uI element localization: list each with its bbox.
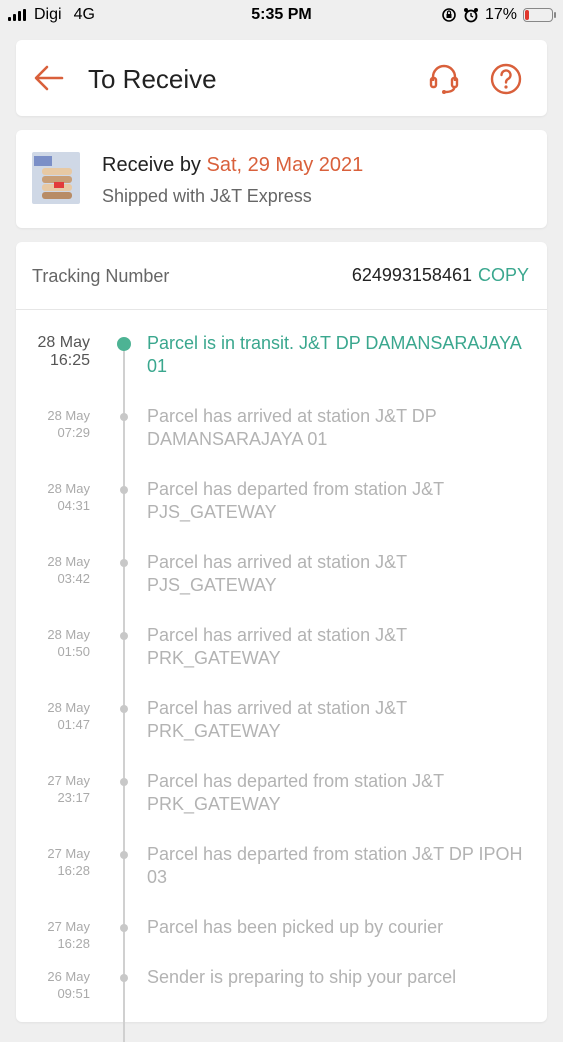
timeline-dot bbox=[120, 486, 128, 494]
event-datetime: 28 May 07:29 bbox=[47, 407, 90, 441]
event-date: 28 May bbox=[47, 700, 90, 715]
event-date: 28 May bbox=[37, 334, 90, 351]
event-time: 04:31 bbox=[57, 498, 90, 513]
event-description: Parcel has arrived at station J&T PRK_GA… bbox=[147, 698, 407, 741]
event-date: 28 May bbox=[47, 627, 90, 642]
event-date: 27 May bbox=[47, 919, 90, 934]
event-datetime: 28 May 16:25 bbox=[38, 334, 90, 370]
delivery-info: Receive by Sat, 29 May 2021 Shipped with… bbox=[16, 130, 547, 228]
event-datetime: 27 May 16:28 bbox=[47, 918, 90, 952]
event-time: 09:51 bbox=[57, 986, 90, 1001]
timeline-dot bbox=[120, 413, 128, 421]
event-datetime: 28 May 01:47 bbox=[47, 699, 90, 733]
tracking-number-label: Tracking Number bbox=[32, 266, 170, 286]
shipping-carrier: Shipped with J&T Express bbox=[102, 186, 312, 206]
orientation-lock-icon bbox=[442, 8, 456, 22]
event-description: Parcel has departed from station J&T PRK… bbox=[147, 771, 444, 814]
event-date: 28 May bbox=[47, 481, 90, 496]
timeline-dot bbox=[120, 924, 128, 932]
event-description: Parcel has arrived at station J&T PRK_GA… bbox=[147, 625, 407, 668]
event-description: Parcel has arrived at station J&T DP DAM… bbox=[147, 406, 437, 449]
event-time: 16:28 bbox=[57, 863, 90, 878]
event-time: 16:28 bbox=[57, 936, 90, 951]
event-datetime: 28 May 01:50 bbox=[47, 626, 90, 660]
timeline-dot bbox=[120, 632, 128, 640]
headset-icon[interactable] bbox=[427, 62, 461, 96]
event-datetime: 27 May 23:17 bbox=[47, 772, 90, 806]
event-time: 01:47 bbox=[57, 717, 90, 732]
event-description: Parcel has departed from station J&T DP … bbox=[147, 844, 523, 887]
event-datetime: 27 May 16:28 bbox=[47, 845, 90, 879]
timeline-dot bbox=[120, 974, 128, 982]
timeline-line bbox=[123, 342, 125, 1042]
event-datetime: 26 May 09:51 bbox=[47, 968, 90, 1002]
event-date: 27 May bbox=[47, 846, 90, 861]
event-time: 16:25 bbox=[49, 352, 90, 369]
tracking-card: Tracking Number 624993158461 COPY 28 May… bbox=[16, 242, 547, 1042]
arrow-left-icon[interactable] bbox=[32, 62, 66, 94]
page-title: To Receive bbox=[88, 64, 217, 94]
product-thumbnail[interactable] bbox=[32, 152, 80, 204]
tracking-number: 624993158461 bbox=[351, 265, 472, 285]
timeline-dot bbox=[120, 705, 128, 713]
receive-by-line: Receive by Sat, 29 May 2021 bbox=[102, 154, 363, 177]
event-description: Parcel is in transit. J&T DP DAMANSARAJA… bbox=[147, 333, 521, 376]
event-time: 07:29 bbox=[57, 425, 90, 440]
timeline-dot bbox=[120, 559, 128, 567]
event-date: 26 May bbox=[47, 969, 90, 984]
receive-by-label: Receive by bbox=[102, 154, 201, 176]
status-right: 17% bbox=[441, 6, 556, 24]
event-date: 27 May bbox=[47, 773, 90, 788]
event-description: Parcel has been picked up by courier bbox=[147, 917, 444, 937]
status-bar: Digi 4G 5:35 PM 17% bbox=[0, 0, 563, 30]
battery-level bbox=[525, 10, 529, 20]
timeline-dot-active bbox=[117, 337, 131, 351]
header-bar: To Receive bbox=[16, 40, 547, 116]
event-description: Sender is preparing to ship your parcel bbox=[147, 967, 457, 987]
copy-button[interactable]: COPY bbox=[478, 265, 529, 286]
event-time: 23:17 bbox=[57, 790, 90, 805]
receive-date: Sat, 29 May 2021 bbox=[206, 154, 364, 176]
question-circle-icon[interactable] bbox=[489, 62, 523, 96]
timeline-dot bbox=[120, 851, 128, 859]
event-time: 01:50 bbox=[57, 644, 90, 659]
alarm-icon bbox=[463, 8, 478, 23]
timeline-dot bbox=[120, 778, 128, 786]
battery-icon bbox=[523, 8, 556, 22]
event-date: 28 May bbox=[47, 554, 90, 569]
tracking-number-group: 624993158461 COPY bbox=[352, 265, 529, 286]
event-datetime: 28 May 04:31 bbox=[47, 480, 90, 514]
event-description: Parcel has departed from station J&T PJS… bbox=[147, 479, 444, 522]
tracking-number-row: Tracking Number 624993158461 COPY bbox=[16, 242, 547, 310]
event-date: 28 May bbox=[47, 408, 90, 423]
event-datetime: 28 May 03:42 bbox=[47, 553, 90, 587]
event-description: Parcel has arrived at station J&T PJS_GA… bbox=[147, 552, 407, 595]
event-time: 03:42 bbox=[57, 571, 90, 586]
battery-percent: 17% bbox=[484, 6, 517, 23]
product-image bbox=[32, 152, 80, 204]
